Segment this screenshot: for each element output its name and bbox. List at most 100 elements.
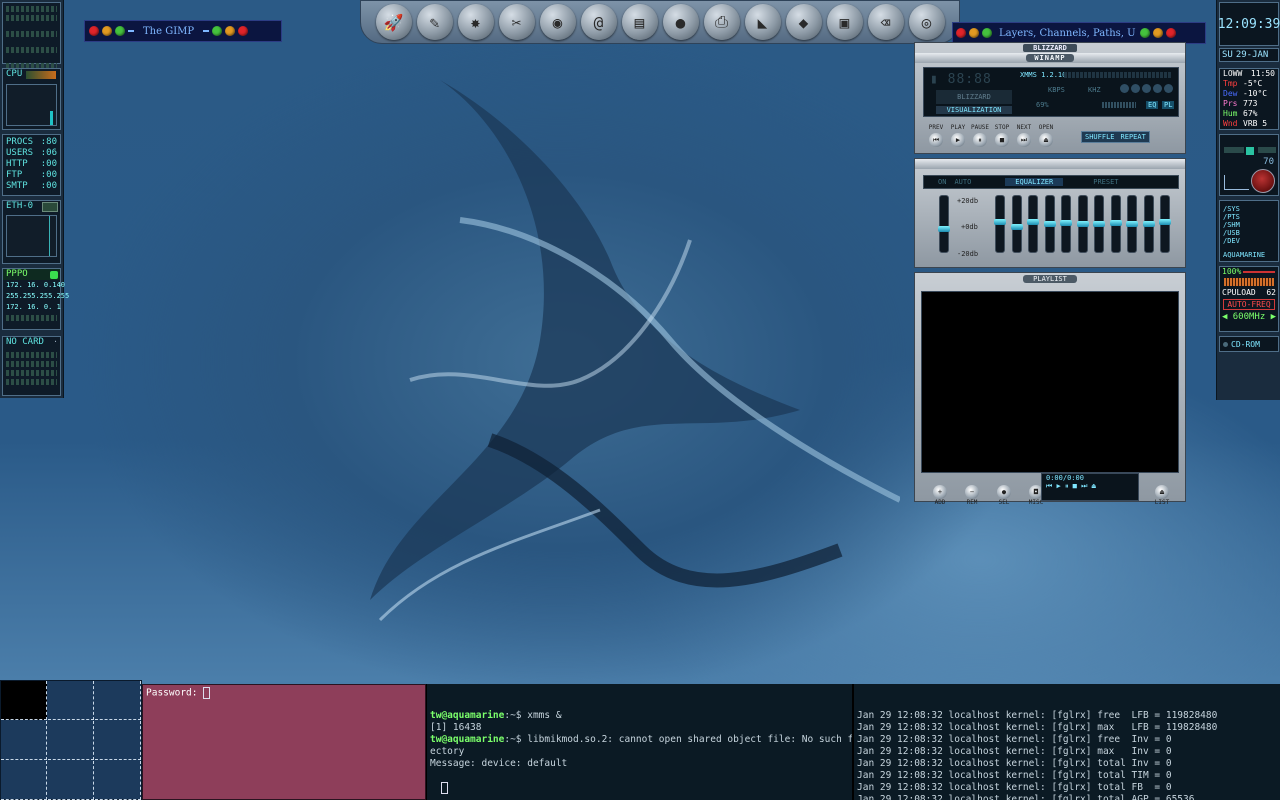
mount-point[interactable]: /DEV	[1220, 237, 1278, 245]
pager-desktop-8[interactable]	[48, 761, 94, 800]
eclipse-icon[interactable]: ●	[662, 4, 699, 40]
cpufreq-panel[interactable]: 100% CPULOAD 62 AUTO-FREQ ◀ 600MHz ▶	[1219, 266, 1279, 332]
freq-down-icon[interactable]: ◀	[1222, 312, 1227, 322]
control-label-next: NEXT	[1016, 124, 1032, 131]
shade-icon[interactable]	[212, 26, 223, 36]
autofreq-button[interactable]: AUTO-FREQ	[1223, 299, 1275, 310]
eq-band-slider[interactable]	[1109, 195, 1122, 253]
minimize-icon[interactable]	[102, 26, 112, 36]
eq-band-slider[interactable]	[1010, 195, 1023, 253]
eth0-monitor[interactable]: ETH-0	[2, 200, 61, 264]
browser-icon[interactable]: @	[580, 4, 617, 40]
proc-stat-value: :80	[40, 137, 57, 147]
eq-band-slider[interactable]	[1159, 195, 1171, 253]
xmms-main-window[interactable]: BLIZZARD WINAMP ▮ 88:88 BLIZZARD VISUALI…	[914, 42, 1186, 154]
pager-desktop-1[interactable]	[1, 681, 47, 720]
maximize-icon[interactable]	[115, 26, 125, 36]
list-button-icon[interactable]: ⏏	[1155, 485, 1169, 499]
cpu-frequency: 600MHz	[1232, 312, 1266, 322]
proc-stat-row: HTTP:00	[3, 159, 60, 170]
eq-preamp-slider[interactable]	[938, 195, 950, 253]
stick-icon[interactable]	[1153, 28, 1163, 38]
balance-value[interactable]: 69%	[1036, 101, 1049, 109]
rocket-icon[interactable]: 🚀	[375, 4, 412, 40]
play-button-icon[interactable]: ▶	[951, 133, 965, 147]
eq-band-slider[interactable]	[1027, 195, 1039, 253]
eye-icon[interactable]: ◉	[539, 4, 576, 40]
pager-desktop-3[interactable]	[95, 681, 141, 720]
close-icon[interactable]	[956, 28, 966, 38]
log-line: Jan 29 12:08:32 localhost kernel: [fglrx…	[857, 782, 1172, 793]
xmms-equalizer-window[interactable]: ON AUTO EQUALIZER PRESET +20db +0db -20d…	[914, 158, 1186, 268]
book-icon[interactable]: ◆	[785, 4, 822, 40]
shuffle-button[interactable]: SHUFFLE	[1085, 133, 1115, 141]
minimize-icon[interactable]	[969, 28, 979, 38]
cpu-monitor[interactable]: CPU	[2, 68, 61, 130]
mount-point[interactable]: /SYS	[1220, 205, 1278, 213]
pl-toggle[interactable]: PL	[1162, 101, 1175, 109]
eq-band-slider[interactable]	[1126, 195, 1138, 253]
xmms-playlist-window[interactable]: PLAYLIST + ADD − REM ● SEL ◘ MISC 0:00/0:00 ⏮ ▶…	[914, 272, 1186, 506]
eq-band-slider[interactable]	[1142, 195, 1155, 253]
kill-icon[interactable]	[238, 26, 249, 36]
pager-desktop-9[interactable]	[95, 761, 141, 800]
repeat-button[interactable]: REPEAT	[1121, 133, 1146, 141]
scissors-icon[interactable]: ✂	[498, 4, 535, 40]
freq-up-icon[interactable]: ▶	[1271, 312, 1276, 322]
pager-desktop-2[interactable]	[48, 681, 94, 720]
layers-window-titlebar[interactable]: Layers, Channels, Paths, U	[952, 22, 1206, 44]
gimp-window-titlebar[interactable]: The GIMP	[84, 20, 282, 42]
weather-value: VRB 5	[1243, 119, 1268, 128]
volume-mixer[interactable]: 70	[1219, 134, 1279, 196]
mount-point[interactable]: /SHM	[1220, 221, 1278, 229]
stick-icon[interactable]	[225, 26, 236, 36]
pager-desktop-5[interactable]	[48, 721, 94, 760]
password-terminal[interactable]: Password:	[142, 684, 426, 800]
cpu-percent: 100%	[1222, 267, 1242, 276]
sel-button-icon[interactable]: ●	[997, 485, 1011, 499]
shell-prompt: tw@aquamarine	[430, 734, 505, 745]
xmms-title[interactable]: WINAMP	[1026, 54, 1074, 62]
pdf-icon[interactable]: ◣	[744, 4, 781, 40]
pause-button-icon[interactable]: ⏸	[973, 133, 987, 147]
rem-button-icon[interactable]: −	[965, 485, 979, 499]
pager-desktop-6[interactable]	[95, 721, 141, 760]
add-button-icon[interactable]: +	[933, 485, 947, 499]
mount-point[interactable]: /USB	[1220, 229, 1278, 237]
cdrom-label: CD-ROM	[1231, 339, 1260, 349]
playlist-area[interactable]	[921, 291, 1179, 473]
gimp-icon[interactable]: ✎	[416, 4, 453, 40]
terminal-icon[interactable]: ▣	[826, 4, 863, 40]
weather-key: Wnd	[1223, 119, 1238, 128]
volume-knob-icon[interactable]	[1251, 169, 1275, 193]
eq-band-slider[interactable]	[1093, 195, 1105, 253]
log-terminal[interactable]: Jan 29 12:08:32 localhost kernel: [fglrx…	[852, 684, 1280, 800]
mount-point[interactable]: /PTS	[1220, 213, 1278, 221]
eq-toggle[interactable]: EQ	[1146, 101, 1159, 109]
documents-icon[interactable]: ▤	[621, 4, 658, 40]
open-button-icon[interactable]: ⏏	[1039, 133, 1053, 147]
next-button-icon[interactable]: ⏭	[1017, 133, 1031, 147]
eq-band-slider[interactable]	[1043, 195, 1056, 253]
eq-band-slider[interactable]	[994, 195, 1006, 253]
settings-flower-icon[interactable]: ✸	[457, 4, 494, 40]
pager-desktop-4[interactable]	[1, 721, 47, 760]
debian-icon[interactable]: ◎	[908, 4, 945, 40]
stop-button-icon[interactable]: ■	[995, 133, 1009, 147]
terminal-line: [1] 16438	[430, 722, 849, 734]
pager-desktop-7[interactable]	[1, 761, 47, 800]
trash-icon[interactable]: ⌫	[867, 4, 904, 40]
eq-band-slider[interactable]	[1076, 195, 1089, 253]
prev-button-icon[interactable]: ⏮	[929, 133, 943, 147]
close-icon[interactable]	[89, 26, 99, 36]
desktop-pager[interactable]	[0, 680, 142, 800]
cdrom-button[interactable]: CD-ROM	[1219, 336, 1279, 352]
shade-icon[interactable]	[1140, 28, 1150, 38]
pppo-label: PPPO	[6, 269, 28, 279]
kill-icon[interactable]	[1166, 28, 1176, 38]
printer-icon[interactable]: ⎙	[703, 4, 740, 40]
shell-terminal[interactable]: tw@aquamarine:~$ xmms & [1] 16438 tw@aquam…	[426, 684, 852, 800]
eq-band-slider[interactable]	[1060, 195, 1072, 253]
maximize-icon[interactable]	[982, 28, 992, 38]
log-line: Jan 29 12:08:32 localhost kernel: [fglrx…	[857, 770, 1172, 781]
